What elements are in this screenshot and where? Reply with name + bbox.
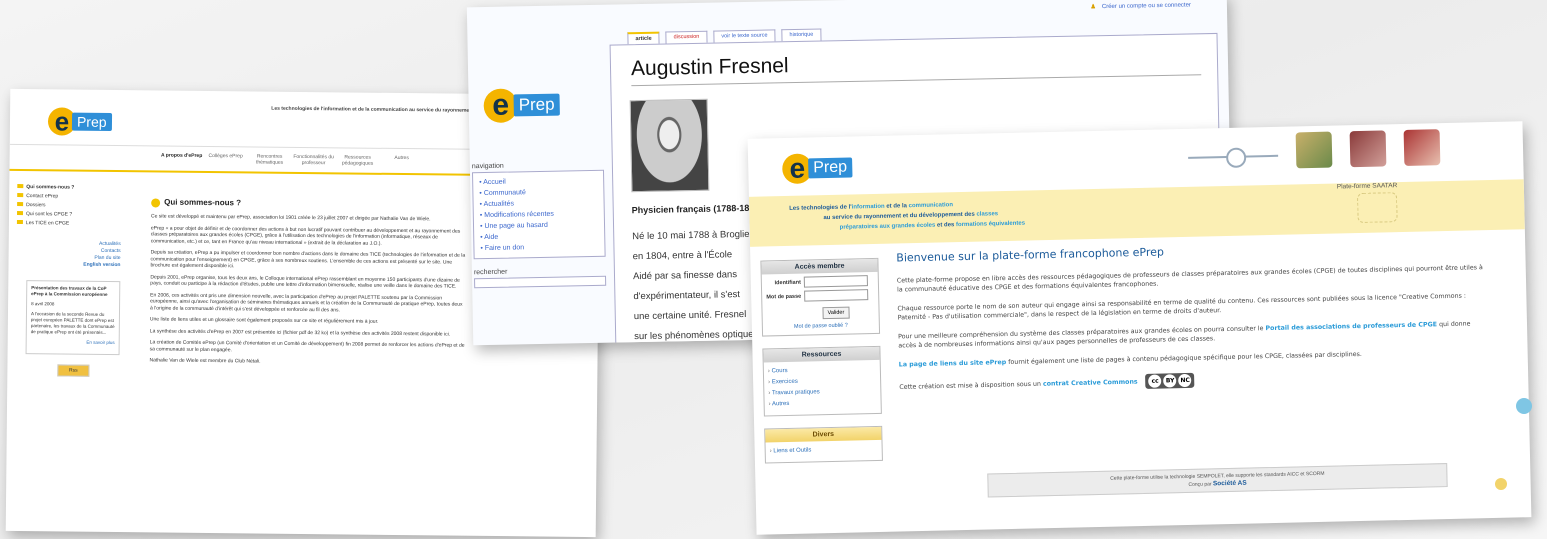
paragraph: En 2006, ces activités ont pris une dime… — [150, 291, 463, 313]
side-menu-item[interactable]: Les TICE en CPGE — [17, 219, 129, 229]
photo-thumbnail — [1295, 131, 1333, 169]
eprep-logo[interactable]: e Prep — [47, 106, 112, 137]
user-icon: ♟ — [1090, 4, 1096, 11]
nav-item[interactable]: A propos d'ePrep — [159, 146, 203, 170]
paragraph: La page de liens du site ePrep fournit é… — [898, 350, 1362, 369]
tab-history[interactable]: historique — [781, 28, 822, 42]
company-link[interactable]: Société AS — [1213, 480, 1247, 488]
submit-button[interactable]: Valider — [822, 306, 850, 320]
paragraph: ePrep « a pour objet de définir et de co… — [150, 224, 461, 247]
search-input[interactable] — [474, 275, 607, 289]
navigation-box: navigation Accueil Communauté Actualités… — [471, 161, 607, 289]
platform-footer: Cette plate-forme utilise la technologie… — [987, 463, 1448, 498]
photo-thumbnail — [1349, 130, 1387, 168]
paragraph: Chaque ressource porte le nom de son aut… — [897, 292, 1467, 322]
eprep-logo[interactable]: e Prep — [781, 152, 853, 185]
decorative-circle — [1516, 398, 1532, 414]
section-heading: Qui sommes-nous ? — [151, 198, 467, 210]
platform-tagline: Les technologies de l'information et de … — [789, 202, 1026, 231]
paragraph: La synthèse des activités d'ePrep en 200… — [149, 327, 451, 338]
paragraph: Depuis sa création, ePrep a pu impulser … — [150, 249, 466, 270]
news-title: Présentation des travaux de la CoP ePrep… — [31, 285, 108, 297]
tab-article[interactable]: article — [627, 31, 660, 45]
header-photos — [1295, 129, 1441, 169]
rss-button[interactable]: Rss — [57, 364, 90, 377]
forgot-password-link[interactable]: Mot de passe oublié ? — [763, 322, 879, 336]
side-menu: Qui sommes-nous ? Contact ePrep Dossiers… — [9, 173, 130, 229]
creative-commons-badge[interactable]: cc BY NC — [1145, 372, 1195, 389]
links-page-link[interactable]: La page de liens du site ePrep — [899, 359, 1007, 368]
nav-link[interactable]: Faire un don — [480, 241, 598, 254]
nav-item[interactable]: Rencontres thématiques — [247, 147, 291, 171]
paragraph: La création de Comités ePrep (un Comité … — [149, 339, 465, 353]
left-column: Accès membre Identifiant Mot de passe Va… — [760, 257, 883, 476]
welcome-heading: Bienvenue sur la plate-forme francophone… — [896, 245, 1165, 265]
bullet-icon — [151, 198, 161, 208]
news-text: A l'occasion de la seconde Revue du proj… — [30, 311, 115, 335]
news-more-link[interactable]: En savoir plus — [31, 339, 115, 346]
network-decoration — [1188, 154, 1279, 159]
side-links: Actualités Contacts Plan du site English… — [8, 240, 128, 269]
password-input[interactable] — [804, 289, 869, 302]
paragraph: Depuis 2001, ePrep organise, tous les de… — [150, 273, 460, 290]
misc-link[interactable]: Liens et Outils — [770, 444, 878, 457]
side-link[interactable]: English version — [8, 261, 120, 269]
nav-item[interactable]: Ressources pédagogiques — [335, 148, 379, 172]
login-link[interactable]: ♟ Créer un compte ou se connecter — [1090, 1, 1191, 10]
news-box: Présentation des travaux de la CoP ePrep… — [25, 280, 121, 356]
left-sidebar: Qui sommes-nous ? Contact ePrep Dossiers… — [6, 173, 130, 532]
portrait-image — [629, 98, 710, 193]
paragraph: Ce site est développé et maintenu par eP… — [150, 213, 431, 223]
nav-item[interactable]: Autres — [379, 149, 423, 173]
member-panel: Accès membre Identifiant Mot de passe Va… — [760, 257, 881, 337]
nav-item[interactable]: Fonctionnalités du professeur — [291, 148, 335, 172]
network-tree-icon — [1356, 192, 1398, 224]
photo-thumbnail — [1403, 129, 1441, 166]
creative-commons-link[interactable]: contrat Creative Commons — [1043, 379, 1138, 388]
eprep-platform-window: e Prep Les technologies de l'information… — [747, 121, 1532, 535]
resources-panel: Ressources Cours Exercices Travaux prati… — [762, 345, 882, 417]
tab-discussion[interactable]: discussion — [665, 30, 708, 44]
resource-link[interactable]: Autres — [769, 397, 877, 410]
decorative-circle — [1495, 478, 1507, 490]
password-label: Mot de passe — [766, 293, 802, 300]
misc-panel: Divers Liens et Outils — [764, 425, 883, 464]
welcome-content: Bienvenue sur la plate-forme francophone… — [896, 238, 1489, 404]
page-title: Augustin Fresnel — [630, 46, 1202, 87]
paragraph: Nathalie Van de Wiele est membre du Club… — [149, 357, 261, 365]
paragraph: Cette création est mise à disposition so… — [899, 366, 1489, 394]
nav-label: navigation — [471, 162, 504, 171]
paragraph: Cette plate-forme propose en libre accès… — [896, 264, 1483, 294]
image-caption: Physicien français (1788-1827) — [631, 202, 763, 216]
saatar-label[interactable]: Plate-forme SAATAR — [1337, 182, 1398, 190]
login-input[interactable] — [803, 275, 868, 288]
nav-item[interactable]: Collèges ePrep — [203, 147, 247, 171]
portal-link[interactable]: Portail des associations de professeurs … — [1265, 321, 1437, 332]
login-label: Identifiant — [774, 279, 801, 286]
paragraph: Une liste de liens utiles et un glossair… — [149, 316, 379, 325]
eprep-logo[interactable]: e Prep — [483, 88, 560, 124]
news-date: 8 avril 2008 — [31, 301, 55, 307]
search-label: rechercher — [473, 268, 508, 277]
main-content: Qui sommes-nous ? Ce site est développé … — [149, 198, 467, 372]
paragraph: Pour une meilleure compréhension du syst… — [898, 320, 1471, 350]
